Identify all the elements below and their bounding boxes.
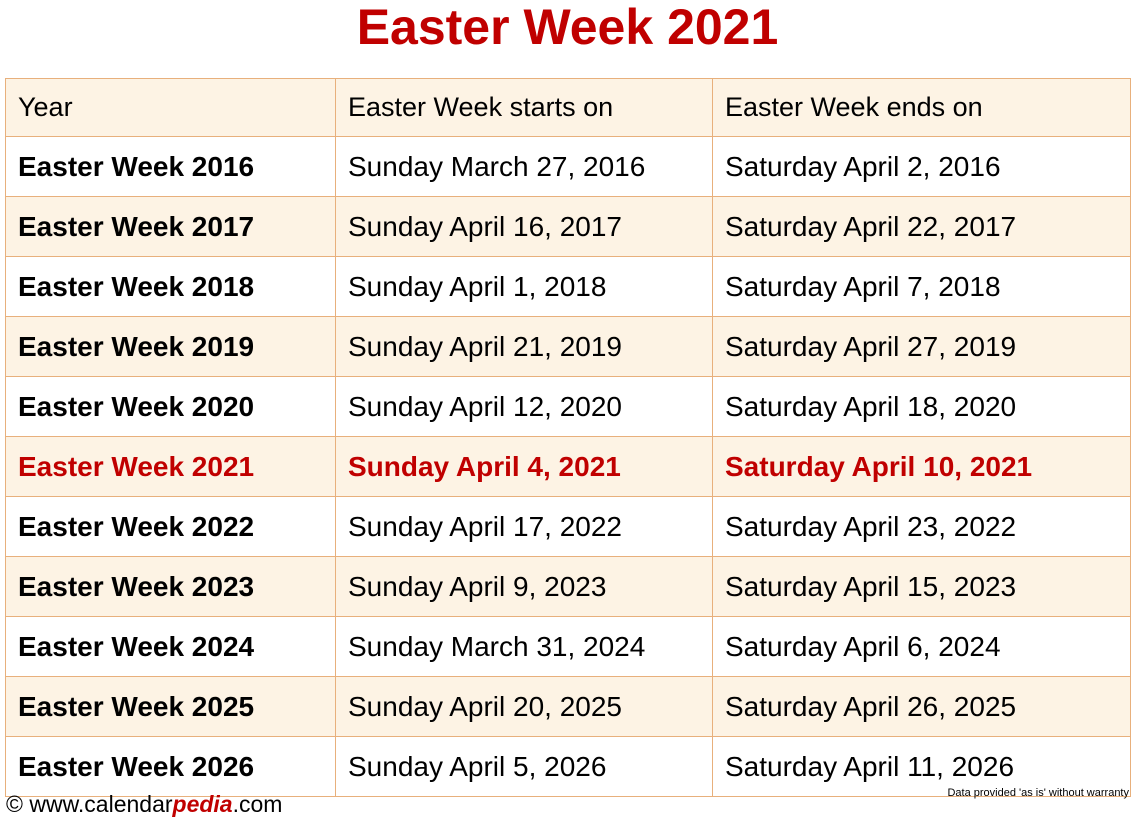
cell-starts-on: Sunday April 17, 2022 <box>335 496 713 557</box>
table-row: Easter Week 2022 Sunday April 17, 2022 Sat… <box>5 496 1131 557</box>
column-header-year: Year <box>5 78 336 137</box>
cell-ends-on: Saturday April 2, 2016 <box>712 136 1131 197</box>
cell-starts-on: Sunday April 5, 2026 <box>335 736 713 797</box>
cell-ends-on: Saturday April 26, 2025 <box>712 676 1131 737</box>
table-row: Easter Week 2021 Sunday April 4, 2021 Satu… <box>5 436 1131 497</box>
cell-ends-on: Saturday April 27, 2019 <box>712 316 1131 377</box>
easter-week-table: Year Easter Week starts on Easter Week e… <box>5 78 1131 797</box>
cell-starts-on: Sunday April 16, 2017 <box>335 196 713 257</box>
table-row: Easter Week 2020 Sunday April 12, 2020 Sat… <box>5 376 1131 437</box>
site-suffix: .com <box>232 791 283 817</box>
cell-year: Easter Week 2024 <box>5 616 336 677</box>
table-row: Easter Week 2019 Sunday April 21, 2019 Sat… <box>5 316 1131 377</box>
cell-starts-on: Sunday March 27, 2016 <box>335 136 713 197</box>
footer: © www.calendarpedia.com Data provided 'a… <box>0 787 1135 818</box>
cell-ends-on: Saturday April 15, 2023 <box>712 556 1131 617</box>
cell-year: Easter Week 2022 <box>5 496 336 557</box>
disclaimer-text: Data provided 'as is' without warranty <box>947 787 1129 799</box>
cell-year: Easter Week 2017 <box>5 196 336 257</box>
cell-starts-on: Sunday April 9, 2023 <box>335 556 713 617</box>
cell-starts-on: Sunday April 21, 2019 <box>335 316 713 377</box>
cell-starts-on: Sunday April 12, 2020 <box>335 376 713 437</box>
table-row: Easter Week 2017 Sunday April 16, 2017 Sat… <box>5 196 1131 257</box>
cell-year: Easter Week 2021 <box>5 436 336 497</box>
cell-year: Easter Week 2020 <box>5 376 336 437</box>
table-header-row: Year Easter Week starts on Easter Week e… <box>5 78 1131 137</box>
easter-week-table-container: Year Easter Week starts on Easter Week e… <box>5 78 1131 797</box>
cell-year: Easter Week 2018 <box>5 256 336 317</box>
table-row: Easter Week 2016 Sunday March 27, 2016 Sat… <box>5 136 1131 197</box>
column-header-ends-on: Easter Week ends on <box>712 78 1131 137</box>
cell-ends-on: Saturday April 23, 2022 <box>712 496 1131 557</box>
site-accent: pedia <box>172 791 233 817</box>
cell-year: Easter Week 2025 <box>5 676 336 737</box>
copyright-notice: © www.calendarpedia.com <box>6 791 282 818</box>
cell-starts-on: Sunday April 20, 2025 <box>335 676 713 737</box>
cell-ends-on: Saturday April 7, 2018 <box>712 256 1131 317</box>
page-title: Easter Week 2021 <box>356 0 779 55</box>
cell-ends-on: Saturday April 6, 2024 <box>712 616 1131 677</box>
cell-year: Easter Week 2019 <box>5 316 336 377</box>
table-row: Easter Week 2025 Sunday April 20, 2025 Sat… <box>5 676 1131 737</box>
cell-starts-on: Sunday April 4, 2021 <box>335 436 713 497</box>
cell-starts-on: Sunday March 31, 2024 <box>335 616 713 677</box>
cell-ends-on: Saturday April 22, 2017 <box>712 196 1131 257</box>
cell-starts-on: Sunday April 1, 2018 <box>335 256 713 317</box>
copyright-symbol: © <box>6 791 23 817</box>
table-row: Easter Week 2023 Sunday April 9, 2023 Satu… <box>5 556 1131 617</box>
cell-year: Easter Week 2023 <box>5 556 336 617</box>
cell-year: Easter Week 2026 <box>5 736 336 797</box>
table-row: Easter Week 2024 Sunday March 31, 2024 Sat… <box>5 616 1131 677</box>
column-header-starts-on: Easter Week starts on <box>335 78 713 137</box>
cell-ends-on: Saturday April 18, 2020 <box>712 376 1131 437</box>
site-prefix: www.calendar <box>22 791 173 817</box>
cell-ends-on: Saturday April 10, 2021 <box>712 436 1131 497</box>
table-row: Easter Week 2018 Sunday April 1, 2018 Satu… <box>5 256 1131 317</box>
cell-year: Easter Week 2016 <box>5 136 336 197</box>
